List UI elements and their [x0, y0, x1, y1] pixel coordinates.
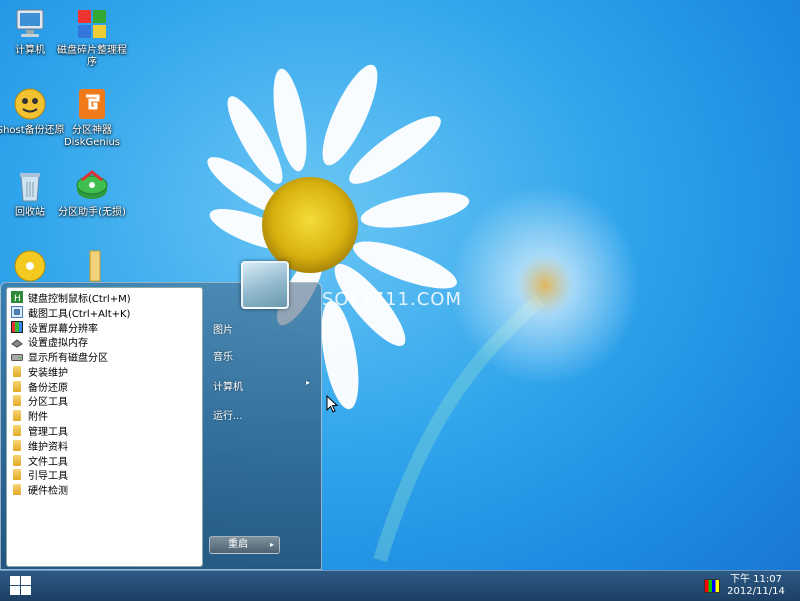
program-label: 设置虚拟内存 — [28, 338, 88, 350]
cd-drive-icon — [12, 248, 48, 284]
desktop-icon-partition-assistant[interactable]: 分区助手(无损) — [56, 168, 128, 219]
keyboard-mouse-icon: H — [11, 291, 23, 304]
desktop-icon-label: 磁盘碎片整理程序 — [57, 45, 127, 68]
virtual-memory-icon — [11, 336, 23, 348]
program-screen-resolution[interactable]: 设置屏幕分辨率 — [7, 320, 202, 335]
program-folder-admin-tools[interactable]: 管理工具 — [7, 423, 202, 438]
restart-button[interactable]: 重启 — [209, 536, 267, 554]
folder-icon — [74, 248, 110, 284]
user-picture[interactable] — [241, 261, 289, 309]
desktop-icon-diskgenius[interactable]: 分区神器DiskGenius — [56, 86, 128, 149]
system-clock[interactable]: 下午 11:07 2012/11/14 — [726, 574, 786, 598]
desktop-icon-defrag[interactable]: 磁盘碎片整理程序 — [56, 6, 128, 69]
screenshot-tool-icon — [11, 306, 23, 319]
program-label: 管理工具 — [28, 427, 68, 439]
clock-date: 2012/11/14 — [727, 586, 785, 597]
program-label: 设置屏幕分辨率 — [28, 323, 98, 335]
start-menu-item-label: 计算机 — [213, 382, 243, 393]
program-show-partitions[interactable]: 显示所有磁盘分区 — [7, 349, 202, 364]
program-label: 分区工具 — [28, 397, 68, 409]
program-label: 备份还原 — [28, 382, 68, 394]
desktop-icon-label: 计算机 — [15, 45, 45, 56]
folder-icon — [13, 439, 21, 451]
recycle-bin-icon — [12, 168, 48, 204]
desktop-icon-label: Ghost备份还原 — [0, 125, 65, 136]
folder-icon — [13, 484, 21, 496]
defrag-icon — [74, 6, 110, 42]
resolution-tray-icon[interactable] — [704, 579, 720, 593]
start-menu-programs-list: H 键盘控制鼠标(Ctrl+M) 截图工具(Ctrl+Alt+K) 设置屏幕分辨… — [6, 287, 203, 567]
program-folder-hardware-detect[interactable]: 硬件检测 — [7, 482, 202, 497]
clock-time: 下午 11:07 — [730, 574, 782, 585]
ghost-icon — [12, 86, 48, 122]
folder-icon — [13, 425, 21, 437]
watermark-text: SOFT711.COM — [322, 289, 462, 310]
program-label: 安装维护 — [28, 367, 68, 379]
program-screenshot-tool[interactable]: 截图工具(Ctrl+Alt+K) — [7, 305, 202, 320]
folder-icon — [13, 380, 21, 392]
folder-icon — [13, 410, 21, 422]
program-label: 附件 — [28, 412, 48, 424]
restart-options-button[interactable]: ▸ — [265, 536, 280, 554]
start-menu-item-computer[interactable]: 计算机 ▸ — [213, 378, 310, 393]
start-menu: H 键盘控制鼠标(Ctrl+M) 截图工具(Ctrl+Alt+K) 设置屏幕分辨… — [0, 282, 322, 570]
program-keyboard-mouse[interactable]: H 键盘控制鼠标(Ctrl+M) — [7, 290, 202, 305]
desktop-icon-label: 回收站 — [15, 207, 45, 218]
start-menu-item-pictures[interactable]: 图片 — [213, 321, 233, 336]
start-menu-item-run[interactable]: 运行... — [213, 407, 243, 422]
folder-icon — [13, 469, 21, 481]
program-label: 显示所有磁盘分区 — [28, 353, 108, 365]
program-virtual-memory[interactable]: 设置虚拟内存 — [7, 334, 202, 349]
program-folder-accessories[interactable]: 附件 — [7, 408, 202, 423]
desktop-icon-label: 分区神器DiskGenius — [63, 125, 121, 148]
partition-assistant-icon — [74, 168, 110, 204]
program-folder-file-tools[interactable]: 文件工具 — [7, 453, 202, 468]
program-folder-boot-tools[interactable]: 引导工具 — [7, 468, 202, 483]
program-label: 引导工具 — [28, 471, 68, 483]
start-button[interactable] — [8, 575, 32, 597]
program-label: 硬件检测 — [28, 486, 68, 498]
start-menu-item-music[interactable]: 音乐 — [213, 348, 233, 363]
resolution-icon — [11, 320, 23, 333]
program-label: 维护资料 — [28, 441, 68, 453]
svg-text:H: H — [14, 294, 21, 303]
program-folder-maintenance-docs[interactable]: 维护资料 — [7, 438, 202, 453]
program-folder-backup-restore[interactable]: 备份还原 — [7, 379, 202, 394]
mouse-cursor-icon — [326, 395, 338, 413]
program-label: 截图工具(Ctrl+Alt+K) — [28, 308, 131, 320]
disk-partition-icon — [11, 351, 23, 363]
taskbar: 下午 11:07 2012/11/14 — [0, 570, 800, 601]
folder-icon — [13, 365, 21, 377]
folder-icon — [13, 395, 21, 407]
diskgenius-icon — [74, 86, 110, 122]
program-label: 键盘控制鼠标(Ctrl+M) — [28, 293, 131, 305]
program-folder-install-maintenance[interactable]: 安装维护 — [7, 364, 202, 379]
program-folder-partition-tools[interactable]: 分区工具 — [7, 394, 202, 409]
program-label: 文件工具 — [28, 456, 68, 468]
folder-icon — [13, 454, 21, 466]
computer-icon — [12, 6, 48, 42]
desktop-icon-label: 分区助手(无损) — [58, 207, 126, 218]
submenu-arrow-icon: ▸ — [305, 378, 310, 387]
